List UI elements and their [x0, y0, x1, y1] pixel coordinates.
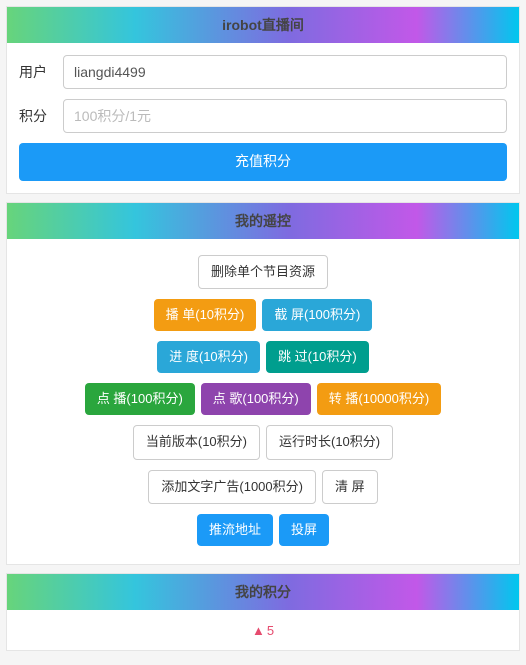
remote-button[interactable]: 添加文字广告(1000积分)	[148, 470, 316, 504]
remote-button[interactable]: 进 度(10积分)	[157, 341, 260, 373]
remote-button[interactable]: 删除单个节目资源	[198, 255, 328, 289]
remote-row: 播 单(10积分)截 屏(100积分)	[19, 295, 507, 335]
user-label: 用户	[19, 62, 63, 82]
recharge-button[interactable]: 充值积分	[19, 143, 507, 181]
remote-button[interactable]: 点 播(100积分)	[85, 383, 195, 415]
remote-button[interactable]: 运行时长(10积分)	[266, 425, 393, 459]
remote-row: 进 度(10积分)跳 过(10积分)	[19, 337, 507, 377]
user-input[interactable]	[63, 55, 507, 89]
remote-button[interactable]: 截 屏(100积分)	[262, 299, 372, 331]
user-panel-title: irobot直播间	[7, 7, 519, 43]
remote-button[interactable]: 当前版本(10积分)	[133, 425, 260, 459]
remote-button[interactable]: 推流地址	[197, 514, 273, 546]
remote-row: 点 播(100积分)点 歌(100积分)转 播(10000积分)	[19, 379, 507, 419]
remote-button[interactable]: 清 屏	[322, 470, 378, 504]
remote-card: 我的遥控 删除单个节目资源播 单(10积分)截 屏(100积分)进 度(10积分…	[6, 202, 520, 565]
remote-row: 添加文字广告(1000积分)清 屏	[19, 466, 507, 508]
points-body: ▲5	[7, 610, 519, 650]
points-icon: ▲	[252, 623, 265, 638]
points-value: 5	[267, 623, 274, 638]
points-row: 积分	[19, 99, 507, 133]
remote-button[interactable]: 转 播(10000积分)	[317, 383, 441, 415]
remote-title: 我的遥控	[7, 203, 519, 239]
remote-button[interactable]: 点 歌(100积分)	[201, 383, 311, 415]
remote-button[interactable]: 播 单(10积分)	[154, 299, 257, 331]
user-row: 用户	[19, 55, 507, 89]
remote-button[interactable]: 投屏	[279, 514, 329, 546]
points-label: 积分	[19, 106, 63, 126]
remote-row: 删除单个节目资源	[19, 251, 507, 293]
remote-button[interactable]: 跳 过(10积分)	[266, 341, 369, 373]
remote-body: 删除单个节目资源播 单(10积分)截 屏(100积分)进 度(10积分)跳 过(…	[7, 239, 519, 564]
user-panel-body: 用户 积分 充值积分	[7, 43, 519, 193]
points-card: 我的积分 ▲5	[6, 573, 520, 651]
points-display: ▲5	[252, 623, 274, 638]
points-title: 我的积分	[7, 574, 519, 610]
remote-row: 推流地址投屏	[19, 510, 507, 550]
points-input[interactable]	[63, 99, 507, 133]
user-panel-card: irobot直播间 用户 积分 充值积分	[6, 6, 520, 194]
remote-row: 当前版本(10积分)运行时长(10积分)	[19, 421, 507, 463]
